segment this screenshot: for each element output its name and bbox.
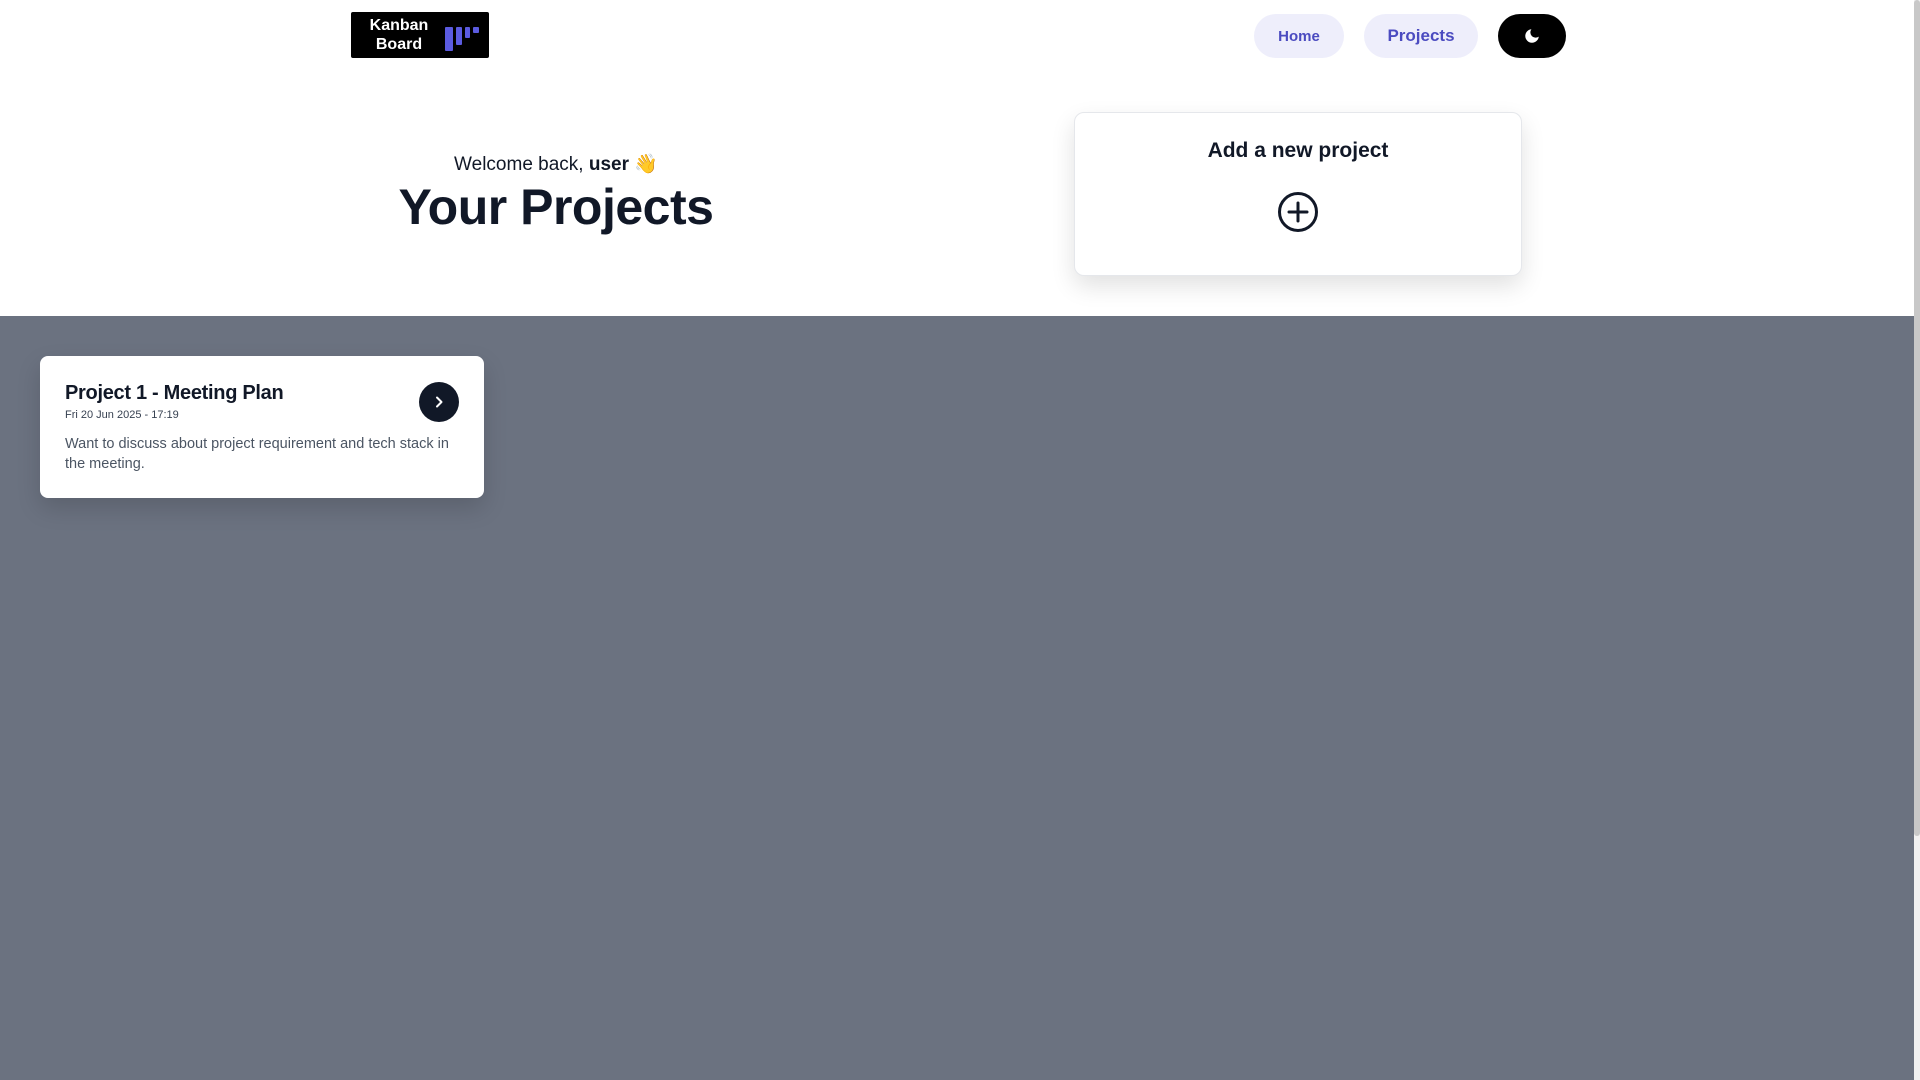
theme-toggle-button[interactable] [1498, 14, 1566, 58]
nav-home-link[interactable]: Home [1254, 14, 1344, 58]
project-title: Project 1 - Meeting Plan [65, 382, 284, 404]
username: user [588, 154, 629, 175]
scrollbar-thumb[interactable] [1914, 0, 1920, 836]
plus-circle-icon[interactable] [1277, 191, 1319, 233]
top-navbar: Kanban Board Home Projects [0, 0, 1914, 72]
project-date: Fri 20 Jun 2025 - 17:19 [65, 409, 179, 421]
projects-section: Project 1 - Meeting Plan Fri 20 Jun 2025… [0, 316, 1914, 1080]
page: Kanban Board Home Projects Welcome back,… [0, 0, 1920, 1080]
add-project-card[interactable]: Add a new project [1074, 112, 1522, 276]
moon-icon [1525, 29, 1539, 43]
project-description: Want to discuss about project requiremen… [65, 436, 449, 472]
chevron-right-icon [436, 396, 443, 408]
add-project-label: Add a new project [1207, 139, 1389, 162]
logo-text: Kanban Board [359, 16, 439, 54]
kanban-bars-icon [443, 19, 483, 51]
logo-line-1: Kanban [369, 17, 429, 34]
logo-line-2: Board [375, 36, 423, 53]
page-title: Your Projects [398, 179, 714, 235]
welcome-message: Welcome back, user 👋 [350, 152, 762, 176]
welcome-prefix: Welcome back, [454, 154, 589, 175]
project-card[interactable]: Project 1 - Meeting Plan Fri 20 Jun 2025… [40, 356, 484, 498]
wave-emoji: 👋 [634, 154, 658, 175]
kanban-board-logo[interactable]: Kanban Board [351, 12, 489, 58]
open-project-button[interactable] [419, 382, 459, 422]
main-content: Kanban Board Home Projects Welcome back,… [0, 0, 1914, 1080]
nav-projects-link[interactable]: Projects [1364, 14, 1478, 58]
